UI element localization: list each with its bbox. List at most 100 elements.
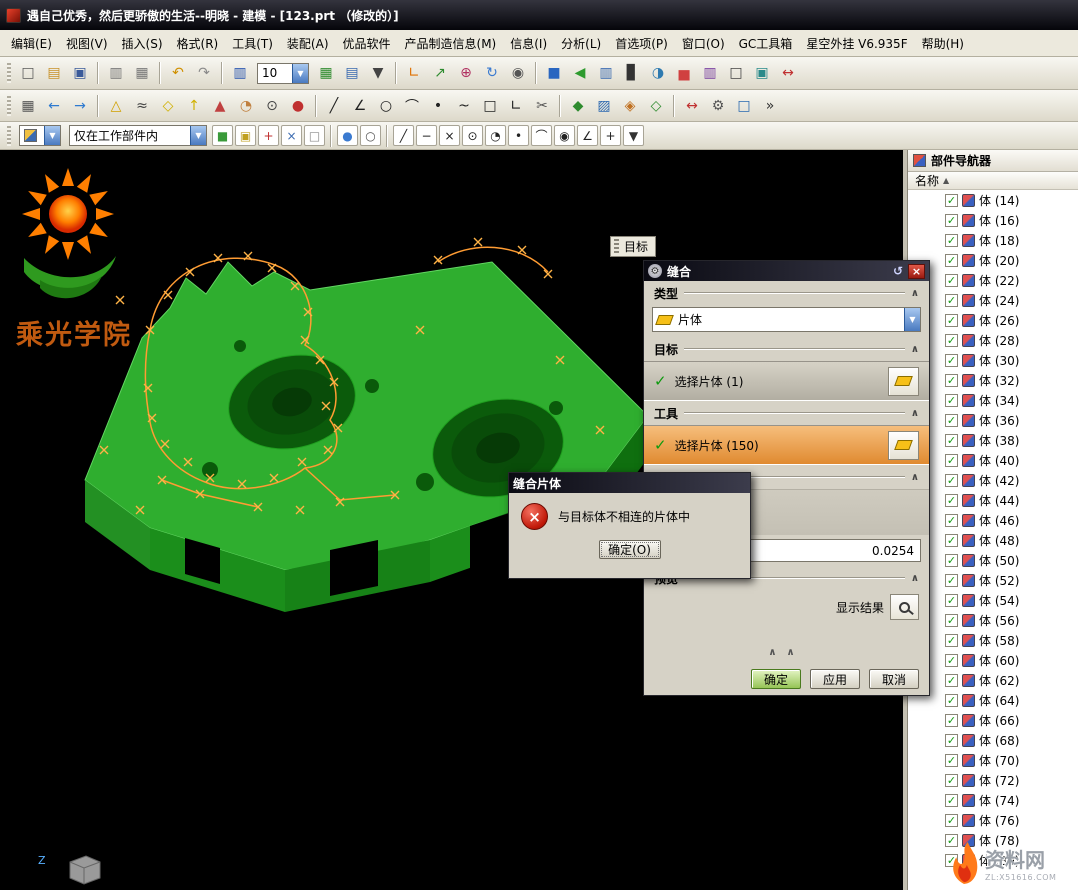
hole-feature-icon[interactable]: ⊙ [260, 94, 284, 118]
navigator-item[interactable]: ✓体 (20) [908, 250, 1078, 270]
paste-display-icon[interactable]: ▦ [130, 61, 154, 85]
navigator-item[interactable]: ✓体 (56) [908, 610, 1078, 630]
item-visibility-checkbox[interactable]: ✓ [945, 294, 958, 307]
dialog-close-icon[interactable]: × [908, 264, 925, 279]
sketch-icon[interactable]: △ [104, 94, 128, 118]
bar-chart-analysis-icon[interactable]: ▅ [672, 61, 696, 85]
menu-item[interactable]: 产品制造信息(M) [398, 30, 504, 57]
menu-item[interactable]: 首选项(P) [608, 30, 675, 57]
datum-csys-icon[interactable]: ⊕ [454, 61, 478, 85]
item-visibility-checkbox[interactable]: ✓ [945, 554, 958, 567]
menu-item[interactable]: 格式(R) [170, 30, 226, 57]
menu-item[interactable]: 分析(L) [554, 30, 608, 57]
extrude-feature-icon[interactable]: ▲ [208, 94, 232, 118]
dropdown-arrow-icon[interactable]: ▼ [44, 126, 60, 145]
target-section-header[interactable]: 目标 ∧ [644, 337, 929, 361]
error-ok-button[interactable]: 确定(O) [599, 540, 661, 559]
target-toolbar-chip[interactable]: 目标 [610, 236, 656, 257]
ok-button[interactable]: 确定 [751, 669, 801, 689]
expression-table-icon[interactable]: ▤ [340, 61, 364, 85]
measure-tool-icon[interactable]: ↔ [776, 61, 800, 85]
navigator-item[interactable]: ✓体 (16) [908, 210, 1078, 230]
snap-quadrant-icon[interactable]: ◔ [485, 125, 506, 146]
tool-select-row[interactable]: ✓ 选择片体 (150) [644, 425, 929, 465]
menu-item[interactable]: 星空外挂 V6.935F [799, 30, 914, 57]
collapse-arrow-icon[interactable]: ∧ [911, 344, 919, 355]
drag-handle-icon[interactable] [614, 239, 619, 254]
item-visibility-checkbox[interactable]: ✓ [945, 354, 958, 367]
navigator-item[interactable]: ✓体 (44) [908, 490, 1078, 510]
datum-axis-icon[interactable]: ↑ [182, 94, 206, 118]
polyline-tool-icon[interactable]: ∠ [348, 94, 372, 118]
navigator-item[interactable]: ✓体 (14) [908, 190, 1078, 210]
navigator-item[interactable]: ✓体 (76) [908, 810, 1078, 830]
navigator-item[interactable]: ✓体 (36) [908, 410, 1078, 430]
profile-curve-icon[interactable]: ≈ [130, 94, 154, 118]
sew-dialog-titlebar[interactable]: ⚙ 缝合 ↺ × [644, 261, 929, 281]
snapshot-icon[interactable]: ◉ [506, 61, 530, 85]
collapse-arrow-icon[interactable]: ∧ [911, 472, 919, 483]
navigator-item[interactable]: ✓体 (52) [908, 570, 1078, 590]
item-visibility-checkbox[interactable]: ✓ [945, 374, 958, 387]
toolbar-grip[interactable] [7, 126, 11, 146]
back-arrow-icon[interactable]: ← [42, 94, 66, 118]
item-visibility-checkbox[interactable]: ✓ [945, 194, 958, 207]
snap-endpoint-icon[interactable]: ╱ [393, 125, 414, 146]
name-column-header[interactable]: 名称 ▲ [908, 172, 1078, 190]
sphere-feature-icon[interactable]: ● [286, 94, 310, 118]
collapse-arrow-icon[interactable]: ∧ [911, 408, 919, 419]
item-visibility-checkbox[interactable]: ✓ [945, 654, 958, 667]
wireframe-display-icon[interactable]: ○ [360, 125, 381, 146]
snap-arc-center-icon[interactable]: ⊙ [462, 125, 483, 146]
navigator-item[interactable]: ✓体 (28) [908, 330, 1078, 350]
tool-section-header[interactable]: 工具 ∧ [644, 401, 929, 425]
item-visibility-checkbox[interactable]: ✓ [945, 794, 958, 807]
item-visibility-checkbox[interactable]: ✓ [945, 514, 958, 527]
dialog-reset-icon[interactable]: ↺ [893, 264, 903, 278]
navigator-item[interactable]: ✓体 (64) [908, 690, 1078, 710]
display-mode-icon[interactable]: □ [724, 61, 748, 85]
spline-tool-icon[interactable]: ~ [452, 94, 476, 118]
trim-tool-icon[interactable]: ✂ [530, 94, 554, 118]
highlight-toggle-icon[interactable]: ▣ [235, 125, 256, 146]
item-visibility-checkbox[interactable]: ✓ [945, 494, 958, 507]
dropdown-arrow-icon[interactable]: ▼ [904, 308, 920, 331]
snap-remove-icon[interactable]: × [281, 125, 302, 146]
spreadsheet-icon[interactable]: ▦ [314, 61, 338, 85]
offset-surface-icon[interactable]: ◇ [644, 94, 668, 118]
split-screen-icon[interactable]: ▥ [594, 61, 618, 85]
reverse-direction-icon[interactable]: ◀ [568, 61, 592, 85]
menu-item[interactable]: 帮助(H) [915, 30, 971, 57]
navigator-item[interactable]: ✓体 (42) [908, 470, 1078, 490]
snap-point-icon[interactable]: • [508, 125, 529, 146]
mesh-surface-icon[interactable]: ▨ [592, 94, 616, 118]
new-file-icon[interactable]: □ [16, 61, 40, 85]
target-select-row[interactable]: ✓ 选择片体 (1) [644, 361, 929, 401]
menu-item[interactable]: 工具(T) [225, 30, 280, 57]
selection-scope-dropdown[interactable]: 仅在工作部件内 ▼ [69, 125, 207, 146]
menu-item[interactable]: GC工具箱 [732, 30, 800, 57]
information-window-icon[interactable]: ▥ [228, 61, 252, 85]
circle-tool-icon[interactable]: ○ [374, 94, 398, 118]
item-visibility-checkbox[interactable]: ✓ [945, 454, 958, 467]
item-visibility-checkbox[interactable]: ✓ [945, 434, 958, 447]
dialog-collapse-arrows[interactable]: ∧∧ [644, 647, 929, 663]
navigator-item[interactable]: ✓体 (38) [908, 430, 1078, 450]
navigator-item[interactable]: ✓体 (54) [908, 590, 1078, 610]
vector-arrow-icon[interactable]: ↗ [428, 61, 452, 85]
navigator-item[interactable]: ✓体 (40) [908, 450, 1078, 470]
revolve-feature-icon[interactable]: ◔ [234, 94, 258, 118]
selection-filter-dropdown[interactable]: ▼ [19, 125, 61, 146]
datum-plane-icon[interactable]: ◇ [156, 94, 180, 118]
navigator-item[interactable]: ✓体 (30) [908, 350, 1078, 370]
navigator-item[interactable]: ✓体 (34) [908, 390, 1078, 410]
menu-item[interactable]: 插入(S) [115, 30, 170, 57]
navigator-item[interactable]: ✓体 (22) [908, 270, 1078, 290]
swept-surface-icon[interactable]: ◆ [566, 94, 590, 118]
item-visibility-checkbox[interactable]: ✓ [945, 394, 958, 407]
navigator-item[interactable]: ✓体 (18) [908, 230, 1078, 250]
item-visibility-checkbox[interactable]: ✓ [945, 774, 958, 787]
column-analysis-icon[interactable]: ▥ [698, 61, 722, 85]
select-sheet-button[interactable] [888, 367, 919, 396]
navigator-item[interactable]: ✓体 (48) [908, 530, 1078, 550]
